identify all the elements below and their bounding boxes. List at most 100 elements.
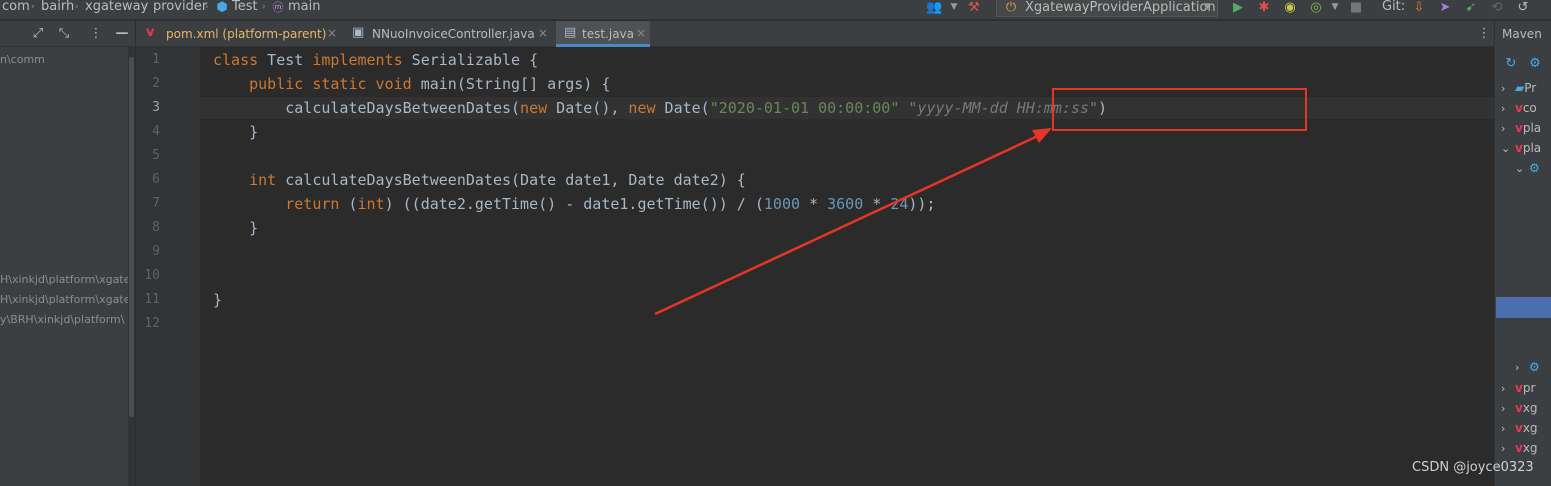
code-line-1: class Test implements Serializable { [213,51,539,69]
coverage-icon[interactable]: ◉ [1282,0,1298,16]
rollback-icon[interactable]: ↺ [1515,0,1531,16]
run-configuration-label: XgatewayProviderApplication [1025,0,1216,15]
git-label: Git: [1382,0,1406,14]
maven-icon: v [146,25,155,40]
editor-tab-bar: v pom.xml (platform-parent) × ▣ NNuoInvo… [136,21,1494,47]
csdn-watermark: CSDN @joyce0323 [1412,460,1534,475]
code-line-11: } [213,291,223,309]
git-commit-icon[interactable]: ➤ [1437,0,1453,16]
tab-nnuo-invoice-controller[interactable]: ▣ NNuoInvoiceController.java × [342,21,556,47]
code-line-6: int calculateDaysBetweenDates(Date date1… [249,171,746,189]
line-number: 8 [152,220,160,235]
maven-tree-row[interactable]: › ▰Pr [1501,81,1536,101]
maven-panel: Maven ↻ ⚙ › ▰Pr › vco › vpla ⌄ vpla ⌄ ⚙ › ⚙ › v… [1494,21,1551,486]
method-icon: ⓜ [272,1,284,14]
chevron-down-icon[interactable]: ▼ [1327,0,1343,16]
line-number: 11 [144,292,160,307]
history-icon[interactable]: ⟲ [1489,0,1505,16]
maven-tree-row[interactable]: ⌄ ⚙ [1515,161,1540,181]
collapse-icon[interactable]: ⤡ [56,26,72,42]
project-panel-header: ⤢ ⤡ ⋮ — [0,21,135,47]
breadcrumb-separator: › [143,2,147,12]
maven-tree-row[interactable]: › vpla [1501,121,1541,141]
reload-icon[interactable]: ↻ [1503,56,1519,72]
line-number: 2 [152,76,160,91]
minimize-icon[interactable]: — [114,26,130,42]
chevron-down-icon[interactable]: ▼ [946,0,962,16]
line-number: 10 [144,268,160,283]
code-line-8: } [213,219,259,237]
project-icon: ▰ [1515,81,1525,95]
line-number: 7 [152,196,160,211]
generate-sources-icon[interactable]: ⚙ [1527,56,1543,72]
stop-icon[interactable]: ■ [1348,0,1364,16]
breadcrumb-com[interactable]: com [2,0,30,20]
maven-module-icon: v [1515,421,1523,435]
maven-tree-row[interactable]: ⌄ vpla [1501,141,1541,161]
breadcrumb-test[interactable]: Test [232,0,258,20]
project-panel: n\comm H\xinkjd\platform\xgate H\xinkjd\… [0,47,128,486]
java-file-icon: ▤ [564,25,577,40]
navigation-bar: com › bairh › xgateway › provider › ⬢ Te… [0,0,1551,20]
maven-tree-row[interactable]: › vxg [1501,421,1538,441]
line-number: 6 [152,172,160,187]
project-path-item[interactable]: H\xinkjd\platform\xgate [0,294,128,306]
line-number-current: 3 [152,100,160,115]
maven-panel-title[interactable]: Maven [1502,27,1542,41]
maven-tree-row[interactable]: › ⚙ [1515,360,1540,380]
line-number: 12 [144,316,160,331]
tab-test-java[interactable]: ▤ test.java × [556,21,650,47]
breadcrumb-xgateway[interactable]: xgateway [85,0,148,20]
maven-module-icon: v [1515,121,1523,135]
project-panel-scrollbar[interactable] [128,47,135,486]
code-line-3: calculateDaysBetweenDates(new Date(), ne… [213,99,1108,117]
maven-tree-row[interactable]: › vpr [1501,381,1535,401]
git-push-icon[interactable]: ➹ [1463,0,1479,16]
debug-icon[interactable]: ✱ [1256,0,1272,16]
line-number: 9 [152,244,160,259]
line-number-gutter: 1 2 3 4 5 6 7 8 9 10 11 12 [136,47,200,486]
breadcrumb-separator: › [205,2,209,12]
expand-icon[interactable]: ⤢ [30,26,46,42]
maven-tree-row[interactable]: › vco [1501,101,1537,121]
breadcrumb-bairh[interactable]: bairh [41,0,74,20]
line-number: 4 [152,124,160,139]
breadcrumb-main[interactable]: main [288,0,320,20]
breadcrumb-separator: › [262,2,266,12]
code-line-7: return (int) ((date2.getTime() - date1.g… [285,195,936,213]
breadcrumb-separator: › [75,2,79,12]
lifecycle-icon: ⚙ [1529,161,1540,175]
tab-label: NNuoInvoiceController.java [372,27,535,41]
line-number: 1 [152,52,160,67]
run-icon[interactable]: ▶ [1230,0,1246,16]
maven-module-icon: v [1515,141,1523,155]
breadcrumb-separator: › [31,2,35,12]
scrollbar-thumb[interactable] [129,57,134,417]
more-tabs-icon[interactable]: ⋮ [1476,26,1492,42]
project-path-item[interactable]: y\BRH\xinkjd\platform\ [0,314,124,326]
git-update-icon[interactable]: ⇩ [1411,0,1427,16]
tab-pom-xml[interactable]: v pom.xml (platform-parent) × [136,21,342,47]
maven-tree-row[interactable]: › vxg [1501,441,1538,461]
java-class-icon: ▣ [352,25,365,40]
close-icon[interactable]: × [538,26,548,40]
code-line-2: public static void main(String[] args) { [249,75,611,93]
maven-tree-row[interactable]: › vxg [1501,401,1538,421]
profile-icon[interactable]: ◎ [1308,0,1324,16]
breadcrumb-provider[interactable]: provider [153,0,207,20]
project-path-item[interactable]: H\xinkjd\platform\xgate [0,274,128,286]
maven-selected-row[interactable] [1496,297,1551,318]
maven-module-icon: v [1515,401,1523,415]
tab-label: pom.xml (platform-parent) [166,27,327,41]
maven-module-icon: v [1515,441,1523,455]
more-options-icon[interactable]: ⋮ [88,26,104,42]
build-hammer-icon[interactable]: ⚒ [966,0,982,16]
users-icon[interactable]: 👥 [926,0,942,16]
project-path-item[interactable]: n\comm [0,54,45,66]
maven-module-icon: v [1515,101,1523,115]
run-configuration-select[interactable]: ⏻ XgatewayProviderApplication ▼ [996,0,1218,17]
line-number: 5 [152,148,160,163]
close-icon[interactable]: × [327,26,337,40]
close-icon[interactable]: × [636,26,646,40]
code-line-4: } [213,123,259,141]
